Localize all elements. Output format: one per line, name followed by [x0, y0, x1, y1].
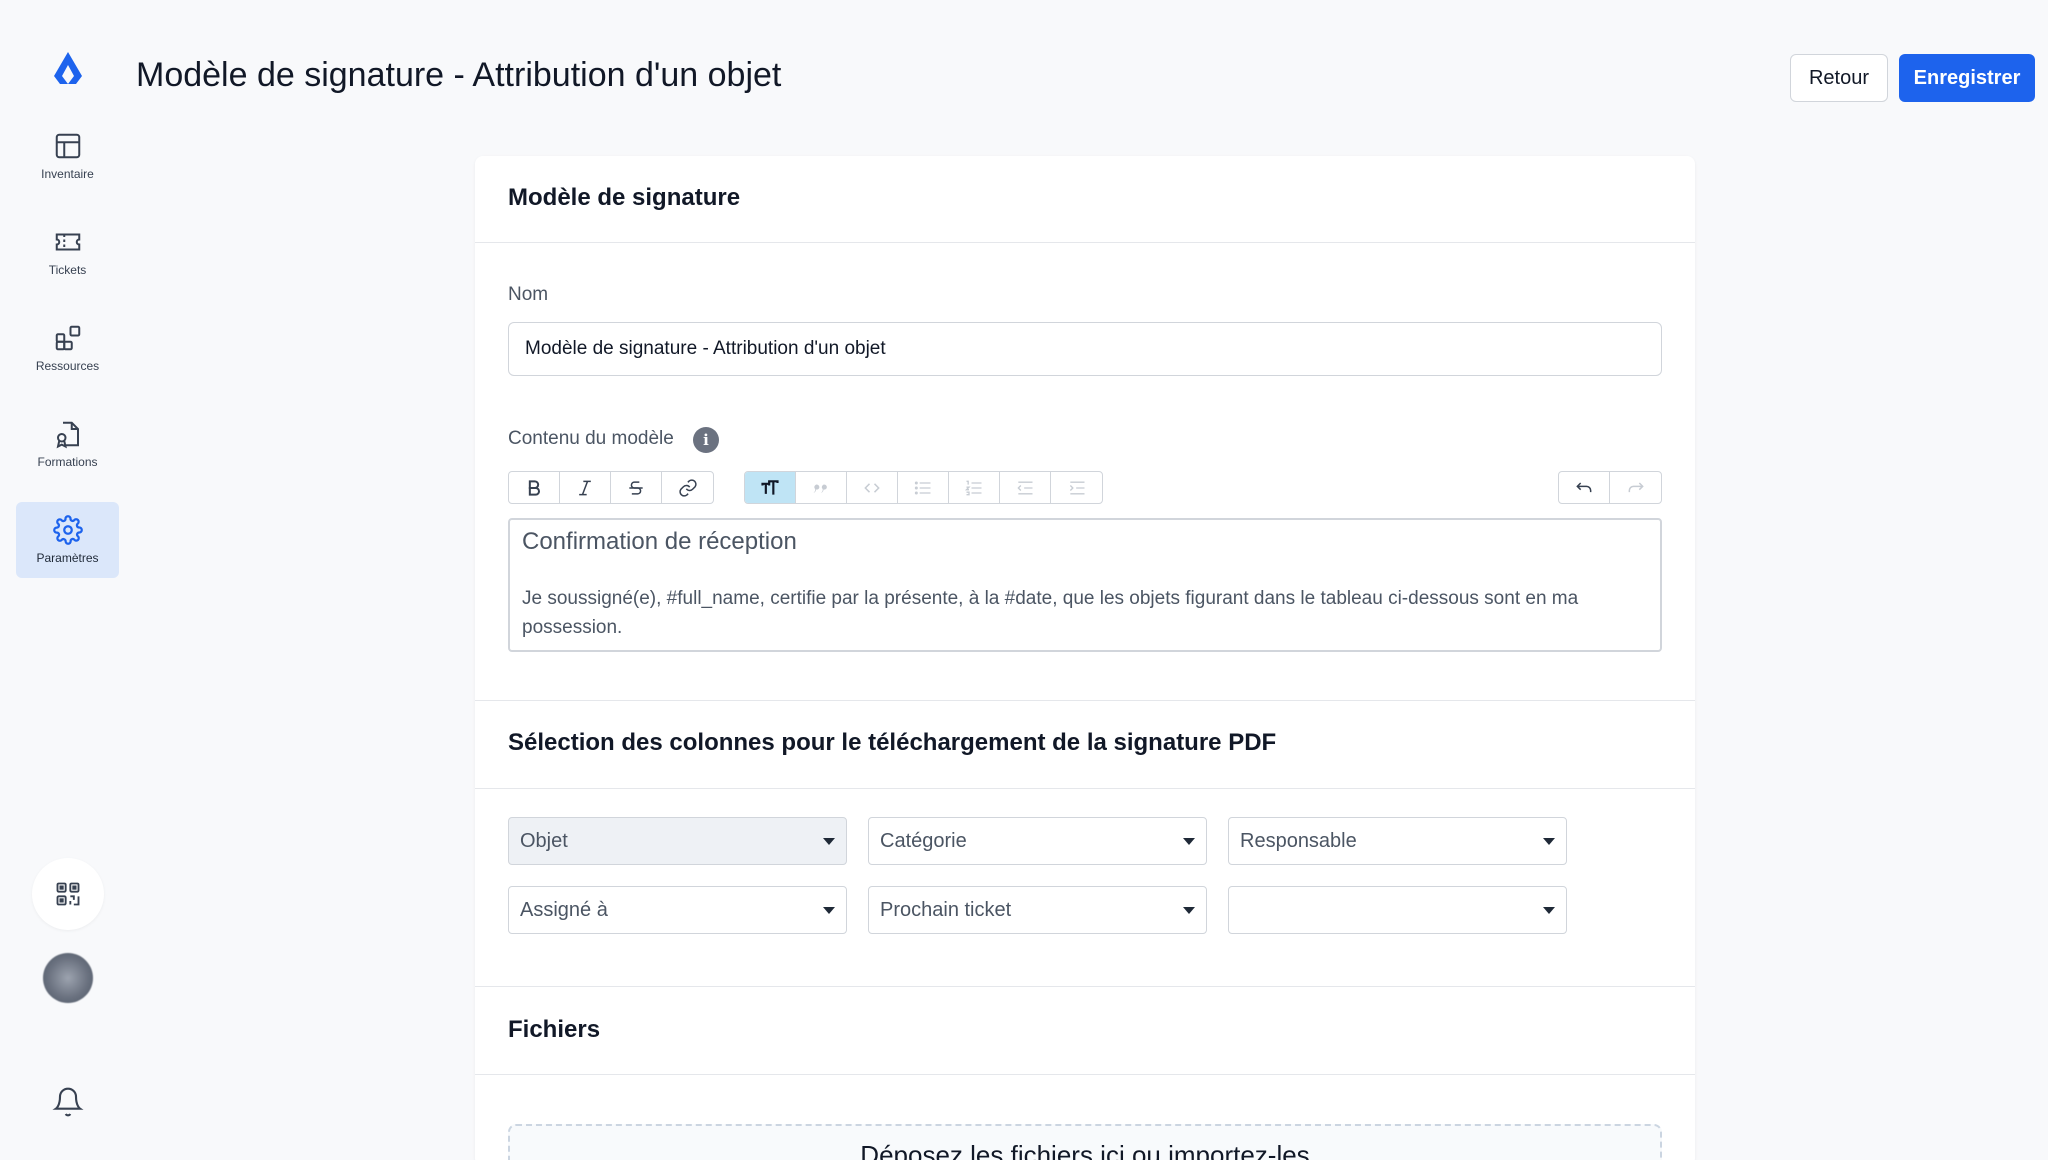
table-icon	[55, 133, 80, 159]
redo-icon	[1628, 481, 1644, 492]
numbered-list-button[interactable]	[949, 472, 1000, 503]
undo-icon	[1576, 481, 1592, 492]
section-title-files: Fichiers	[508, 1016, 601, 1043]
bold-icon	[528, 479, 540, 496]
column-select-6[interactable]	[1228, 886, 1567, 934]
avatar[interactable]	[43, 953, 93, 1003]
bell-icon[interactable]	[52, 1086, 84, 1118]
sidebar-item-label: Paramètres	[36, 551, 99, 565]
editor-heading: Confirmation de réception	[522, 528, 797, 555]
app-logo-icon[interactable]	[48, 48, 88, 88]
bullet-list-button[interactable]	[898, 472, 949, 503]
sidebar-item-formations[interactable]: Formations	[16, 406, 119, 482]
column-select-2[interactable]: Catégorie	[868, 817, 1207, 865]
quote-icon	[813, 484, 827, 493]
outdent-button[interactable]	[1000, 472, 1051, 503]
sidebar: Inventaire Tickets Ressources Formations…	[0, 0, 135, 1160]
code-button[interactable]	[847, 472, 898, 503]
undo-button[interactable]	[1559, 472, 1610, 503]
template-content-editor[interactable]: Confirmation de réception Je soussigné(e…	[508, 518, 1662, 652]
column-select-value: Prochain ticket	[880, 898, 1012, 921]
column-select-5[interactable]: Prochain ticket	[868, 886, 1207, 934]
italic-button[interactable]	[560, 472, 611, 503]
outdent-icon	[1017, 481, 1033, 494]
numbered-list-icon	[964, 480, 982, 495]
caret-down-icon	[1183, 906, 1195, 914]
divider	[475, 242, 1695, 243]
sidebar-item-label: Inventaire	[41, 167, 94, 181]
caret-down-icon	[1183, 837, 1195, 845]
sidebar-item-label: Formations	[37, 455, 98, 469]
indent-icon	[1069, 481, 1084, 494]
divider	[475, 700, 1695, 701]
caret-down-icon	[823, 906, 835, 914]
caret-down-icon	[1543, 906, 1555, 914]
section-title-columns: Sélection des colonnes pour le télécharg…	[508, 729, 1277, 756]
section-title-template: Modèle de signature	[508, 184, 741, 211]
column-select-3[interactable]: Responsable	[1228, 817, 1567, 865]
divider	[475, 788, 1695, 789]
page-title: Modèle de signature - Attribution d'un o…	[136, 56, 782, 94]
divider	[475, 986, 1695, 987]
resources-icon	[55, 325, 80, 351]
sidebar-item-label: Tickets	[48, 263, 87, 277]
user-name-blurred: ​	[28, 1030, 108, 1048]
toolbar-history-group	[1558, 471, 1662, 504]
caret-down-icon	[1543, 837, 1555, 845]
back-button[interactable]: Retour	[1790, 54, 1888, 102]
sidebar-item-inventaire[interactable]: Inventaire	[16, 118, 119, 194]
template-card: Modèle de signature Nom Contenu du modèl…	[475, 156, 1695, 1160]
link-button[interactable]	[662, 472, 713, 503]
column-select-value: Assigné à	[520, 898, 608, 921]
quote-button[interactable]	[796, 472, 847, 503]
editor-paragraph: Je soussigné(e), #full_name, certifie pa…	[522, 588, 1579, 638]
strikethrough-button[interactable]	[611, 472, 662, 503]
info-icon[interactable]: i	[693, 427, 719, 453]
strikethrough-icon	[629, 480, 643, 495]
column-select-1[interactable]: Objet	[508, 817, 847, 865]
qr-code-button[interactable]	[32, 858, 104, 930]
sidebar-item-tickets[interactable]: Tickets	[16, 214, 119, 290]
sidebar-item-parametres[interactable]: Paramètres	[16, 502, 119, 578]
content-label: Contenu du modèle	[508, 428, 674, 449]
italic-icon	[579, 480, 591, 495]
heading-button[interactable]	[745, 472, 796, 503]
caret-down-icon	[823, 837, 835, 845]
column-select-value: Objet	[520, 829, 568, 852]
toolbar-block-group	[744, 471, 1103, 504]
column-select-value: Responsable	[1240, 829, 1357, 852]
name-label: Nom	[508, 284, 549, 305]
indent-button[interactable]	[1051, 472, 1102, 503]
column-select-value: Catégorie	[880, 829, 967, 852]
divider	[475, 1074, 1695, 1075]
certificate-icon	[56, 421, 79, 449]
redo-button[interactable]	[1610, 472, 1661, 503]
qr-code-icon	[56, 882, 80, 906]
link-icon	[678, 478, 697, 497]
ticket-icon	[55, 233, 80, 251]
file-dropzone[interactable]: Déposez les fichiers ici ou importez-les	[508, 1124, 1662, 1160]
save-button[interactable]: Enregistrer	[1899, 54, 2035, 102]
gear-icon	[52, 515, 83, 545]
bold-button[interactable]	[509, 472, 560, 503]
toolbar-format-group	[508, 471, 714, 504]
dropzone-text: Déposez les fichiers ici ou importez-les	[860, 1140, 1310, 1160]
name-input[interactable]	[508, 322, 1662, 376]
column-select-4[interactable]: Assigné à	[508, 886, 847, 934]
heading-icon	[761, 479, 779, 495]
sidebar-item-label: Ressources	[35, 359, 100, 373]
code-icon	[864, 482, 880, 493]
sidebar-item-ressources[interactable]: Ressources	[16, 310, 119, 386]
bullet-list-icon	[914, 481, 931, 494]
